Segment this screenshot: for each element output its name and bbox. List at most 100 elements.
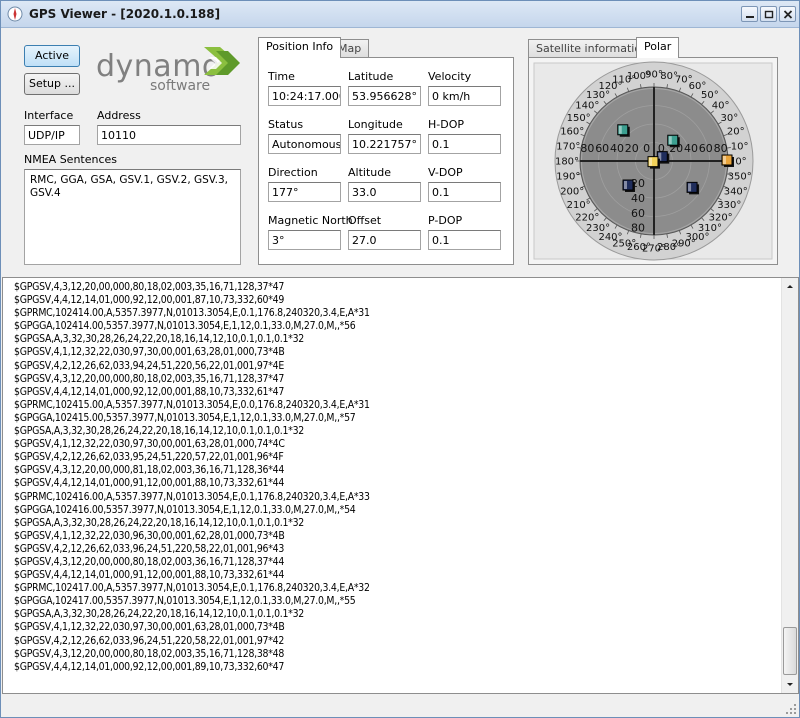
polar-angle-label: 130°	[586, 90, 610, 101]
tab-position-info[interactable]: Position Info	[258, 37, 342, 58]
app-window: GPS Viewer - [2020.1.0.188] Active Setup…	[0, 0, 800, 718]
log-line: $GPGSV,4,3,12,20,00,000,80,18,02,003,35,…	[14, 372, 285, 385]
polar-elevation-label: 80	[580, 142, 594, 155]
polar-angle-label: 200°	[560, 186, 584, 197]
pdop-field[interactable]: 0.1	[428, 230, 501, 250]
nmea-log[interactable]: $GPGSV,4,3,12,20,00,000,80,18,02,003,35,…	[2, 277, 799, 694]
longitude-label: Longitude	[348, 118, 403, 131]
satellite-highlight	[723, 156, 726, 164]
polar-angle-label: 310°	[698, 223, 722, 234]
polar-elevation-label: 40	[631, 192, 645, 205]
time-field[interactable]: 10:24:17.000	[268, 86, 341, 106]
log-line: $GPGSV,4,3,12,20,00,000,80,18,02,003,36,…	[14, 555, 285, 568]
scroll-down-button[interactable]	[782, 676, 798, 693]
satellite-highlight	[623, 181, 627, 190]
interface-label: Interface	[24, 109, 74, 122]
resize-grip-icon[interactable]	[785, 703, 797, 715]
position-info-panel: Time 10:24:17.000 Latitude 53.956628° Ve…	[258, 57, 514, 265]
address-label: Address	[97, 109, 141, 122]
log-line: $GPGGA,102414.00,5357.3977,N,01013.3054,…	[14, 320, 356, 333]
arrow-down-icon	[787, 683, 793, 686]
direction-field[interactable]: 177°	[268, 182, 341, 202]
satellite-highlight	[668, 136, 672, 145]
polar-plot: 0°10°20°30°40°50°60°70°80°90°100°110°120…	[533, 61, 773, 261]
active-button[interactable]: Active	[24, 45, 80, 67]
log-line: $GPGSV,4,2,12,26,62,033,94,24,51,220,56,…	[14, 359, 285, 372]
direction-label: Direction	[268, 166, 318, 179]
polar-angle-label: 210°	[567, 200, 591, 211]
close-button[interactable]	[779, 6, 796, 22]
velocity-field[interactable]: 0 km/h	[428, 86, 501, 106]
polar-angle-label: 150°	[567, 113, 591, 124]
satellite-tabstrip: Satellite information Polar	[528, 37, 778, 58]
latitude-label: Latitude	[348, 70, 394, 83]
vdop-field[interactable]: 0.1	[428, 182, 501, 202]
log-line: $GPGSA,A,3,32,30,28,26,24,22,20,18,16,14…	[14, 516, 304, 529]
interface-field[interactable]: UDP/IP	[24, 125, 80, 145]
log-line: $GPGGA,102415.00,5357.3977,N,01013.3054,…	[14, 411, 356, 424]
title-bar[interactable]: GPS Viewer - [2020.1.0.188]	[1, 1, 799, 28]
nmea-label: NMEA Sentences	[24, 153, 118, 166]
polar-angle-label: 30°	[720, 113, 738, 124]
scroll-up-button[interactable]	[782, 278, 798, 295]
log-line: $GPGSV,4,3,12,20,00,000,80,18,02,003,35,…	[14, 647, 285, 660]
polar-angle-label: 330°	[717, 200, 741, 211]
address-field[interactable]: 10110	[97, 125, 241, 145]
dynamo-logo: dynamo software	[94, 39, 244, 99]
altitude-field[interactable]: 33.0	[348, 182, 421, 202]
polar-elevation-label: 0	[643, 142, 650, 155]
hdop-label: H-DOP	[428, 118, 465, 131]
magnetic-north-field[interactable]: 3°	[268, 230, 341, 250]
hdop-field[interactable]: 0.1	[428, 134, 501, 154]
polar-angle-label: 320°	[709, 212, 733, 223]
status-bar	[2, 695, 799, 717]
window-title: GPS Viewer - [2020.1.0.188]	[29, 7, 221, 21]
polar-angle-label: 180°	[555, 157, 579, 168]
log-line: $GPGSV,4,3,12,20,00,000,81,18,02,003,36,…	[14, 464, 285, 477]
log-lines: $GPGSV,4,3,12,20,00,000,80,18,02,003,35,…	[3, 281, 370, 674]
arrow-up-icon	[787, 285, 793, 288]
velocity-label: Velocity	[428, 70, 472, 83]
log-scrollbar[interactable]	[781, 278, 798, 693]
polar-elevation-label: 80	[714, 142, 728, 155]
nmea-textarea[interactable]: RMC, GGA, GSA, GSV.1, GSV.2, GSV.3, GSV.…	[24, 169, 241, 265]
tab-polar[interactable]: Polar	[636, 37, 680, 58]
status-field[interactable]: Autonomous *	[268, 134, 341, 154]
log-line: $GPGSV,4,3,12,20,00,000,80,18,02,003,35,…	[14, 281, 285, 293]
compass-icon	[7, 6, 23, 22]
top-panel: Active Setup ... dynamo software Interfa…	[2, 29, 799, 275]
log-line: $GPGSV,4,1,12,32,22,030,97,30,00,001,63,…	[14, 346, 285, 359]
polar-angle-label: 220°	[575, 212, 599, 223]
polar-angle-label: 350°	[728, 172, 752, 183]
polar-angle-label: 170°	[556, 141, 580, 152]
polar-angle-label: 0°	[735, 157, 746, 168]
log-line: $GPGGA,102416.00,5357.3977,N,01013.3054,…	[14, 503, 356, 516]
log-line: $GPGSV,4,1,12,32,22,030,97,30,00,001,63,…	[14, 438, 285, 451]
polar-angle-label: 80°	[660, 71, 678, 82]
setup-button[interactable]: Setup ...	[24, 73, 80, 95]
polar-elevation-label: 60	[631, 207, 645, 220]
log-line: $GPGSA,A,3,32,30,28,26,24,22,20,18,16,14…	[14, 425, 304, 438]
polar-angle-label: 20°	[727, 127, 745, 138]
log-line: $GPGSV,4,1,12,32,22,030,97,30,00,001,63,…	[14, 621, 285, 634]
offset-field[interactable]: 27.0	[348, 230, 421, 250]
minimize-icon	[746, 16, 754, 18]
latitude-field[interactable]: 53.956628°	[348, 86, 421, 106]
minimize-button[interactable]	[741, 6, 758, 22]
polar-angle-label: 140°	[575, 101, 599, 112]
longitude-field[interactable]: 10.221757°	[348, 134, 421, 154]
pdop-label: P-DOP	[428, 214, 463, 227]
log-line: $GPGSV,4,2,12,26,62,033,95,24,51,220,57,…	[14, 451, 284, 464]
maximize-button[interactable]	[760, 6, 777, 22]
maximize-icon	[764, 10, 774, 19]
scroll-thumb[interactable]	[783, 627, 797, 675]
polar-elevation-label: 80	[631, 222, 645, 235]
info-tabstrip: Position Info Map	[258, 37, 514, 58]
satellite-highlight	[688, 183, 692, 192]
time-label: Time	[268, 70, 295, 83]
log-line: $GPGSV,4,2,12,26,62,033,96,24,51,220,58,…	[14, 542, 285, 555]
status-label: Status	[268, 118, 304, 131]
polar-panel: 0° 10° 20° 30° 40° 50° 60° 70° 80° 90° 100° 110° 120…	[528, 57, 778, 265]
satellite-highlight	[618, 125, 622, 134]
log-line: $GPGSA,A,3,32,30,28,26,24,22,20,18,16,14…	[14, 333, 304, 346]
